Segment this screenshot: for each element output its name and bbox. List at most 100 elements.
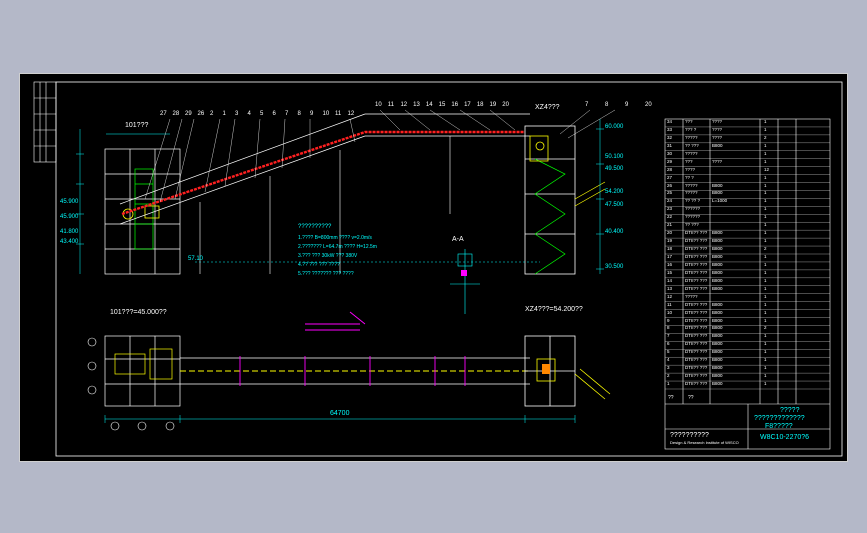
title-cell-no: 13 [667,285,673,291]
title-cell-name: ????? [685,150,698,156]
title-cell-spec: B800 [712,277,723,283]
title-cell-name: DTII?? ??? [685,285,708,291]
title-cell-name: ??? [685,158,693,164]
callout-number: 2 [210,111,214,117]
title-cell-qty: 2 [764,246,767,252]
drawing-sheet: 101??? 101???=45.000?? A-A XZ4??? XZ4???… [19,73,848,462]
callout-number: 9 [310,111,314,117]
title-cell-qty: 1 [764,301,767,307]
callout-number: 17 [464,102,471,108]
title-cell-qty: 1 [764,293,767,299]
title-cell-name: DTII?? ??? [685,373,708,379]
callout-number: 29 [185,111,192,117]
title-cell-spec: B800 [712,190,723,196]
callout-leaders-left [144,118,356,203]
title-cell-name: ????? [685,190,698,196]
callout-number: 7 [585,102,589,108]
title-cell-no: 33 [667,126,673,132]
title-cell-no: 22 [667,214,673,220]
title-cell-name: DTII?? ??? [685,246,708,252]
title-cell-name: DTII?? ??? [685,261,708,267]
project-line-3: F8????? [765,423,793,430]
title-header-no: ?? [668,395,674,401]
title-cell-no: 14 [667,277,673,283]
section-a-a-marker [461,270,467,276]
title-cell-spec: L=1000 [712,198,728,204]
title-cell-name: ????? [685,293,698,299]
title-cell-name: ?? ??? [685,222,699,228]
title-cell-no: 4 [667,357,670,363]
title-cell-name: DTII?? ??? [685,381,708,387]
title-cell-qty: 1 [764,317,767,323]
elevation-text: 41.800 [60,229,79,235]
title-cell-qty: 1 [764,333,767,339]
callout-number: 16 [451,102,459,108]
title-cell-no: 18 [667,246,673,252]
callout-number: 20 [502,102,509,108]
title-cell-no: 6 [667,341,670,347]
title-cell-spec: ???? [712,119,723,124]
title-cell-name: DTII?? ??? [685,341,708,347]
callout-numbers-left: 27 28 29 26 2 1 3 4 5 6 7 8 9 10 11 12 [160,111,360,121]
title-cell-name: ???? [685,166,696,172]
callout-number: 28 [172,111,180,117]
title-cell-no: 31 [667,142,673,148]
callout-number: 11 [335,111,342,117]
title-cell-qty: 1 [764,357,767,363]
title-cell-no: 32 [667,134,673,140]
title-cell-spec: ???? [712,158,723,164]
title-cell-name: DTII?? ??? [685,238,708,244]
elevation-text: 40.400 [605,229,624,235]
callout-number: 4 [247,111,251,117]
title-cell-spec: B800 [712,246,723,252]
note-line: 5.??? ??????? ??? ???? [298,271,354,277]
elevation-text: 30.500 [605,264,624,270]
title-cell-qty: 1 [764,190,767,196]
plan-view-label: 101???=45.000?? [110,309,167,316]
title-cell-spec: B800 [712,182,723,188]
title-cell-no: 26 [667,182,673,188]
title-cell-no: 30 [667,150,673,156]
callout-number: 10 [322,111,330,117]
tower-plan-highlight [542,364,550,374]
title-cell-spec: B800 [712,238,723,244]
title-cell-no: 34 [667,119,673,124]
title-cell-name: DTII?? ??? [685,254,708,259]
title-cell-spec: B800 [712,333,723,339]
title-cell-no: 27 [667,174,673,180]
callout-number: 26 [197,111,205,117]
title-cell-name: ????? [685,182,698,188]
title-cell-no: 1 [667,381,670,387]
title-cell-spec: B800 [712,142,723,148]
elevation-text: 54.200 [605,189,624,195]
title-cell-qty: 12 [764,166,770,172]
tower-head-equipment [529,135,549,162]
elevation-text: 47.500 [605,202,624,208]
title-cell-no: 25 [667,190,673,196]
title-cell-qty: 1 [764,214,767,220]
title-cell-no: 3 [667,365,670,371]
callout-number: 15 [438,102,446,108]
elevation-text: 45.900 [60,214,79,220]
title-cell-spec: B800 [712,254,723,259]
title-cell-spec: B800 [712,357,723,363]
title-cell-name: DTII?? ??? [685,365,708,371]
title-cell-no: 16 [667,261,673,267]
title-cell-name: DTII?? ??? [685,269,708,275]
callout-number: 20 [645,102,652,108]
title-cell-name: DTII?? ??? [685,357,708,363]
title-cell-name: ????? [685,134,698,140]
callout-number: 11 [387,102,394,108]
callout-number: 12 [347,111,355,117]
notes-lines: 1.???? B=800mm ???? v=2.0m/s 2.??????? L=… [298,234,448,279]
title-cell-qty: 1 [764,206,767,212]
elevation-text: 57.10 [188,256,204,262]
title-cell-no: 5 [667,349,670,355]
institute-name-en: Design & Research Institute of WISCO [670,440,739,445]
title-cell-no: 24 [667,198,673,204]
drawing-number: W8C10-2270?6 [760,434,810,441]
title-cell-name: ?? ??? [685,142,699,148]
title-cell-spec: ???? [712,134,723,140]
title-cell-qty: 1 [764,222,767,228]
title-cell-qty: 2 [764,134,767,140]
